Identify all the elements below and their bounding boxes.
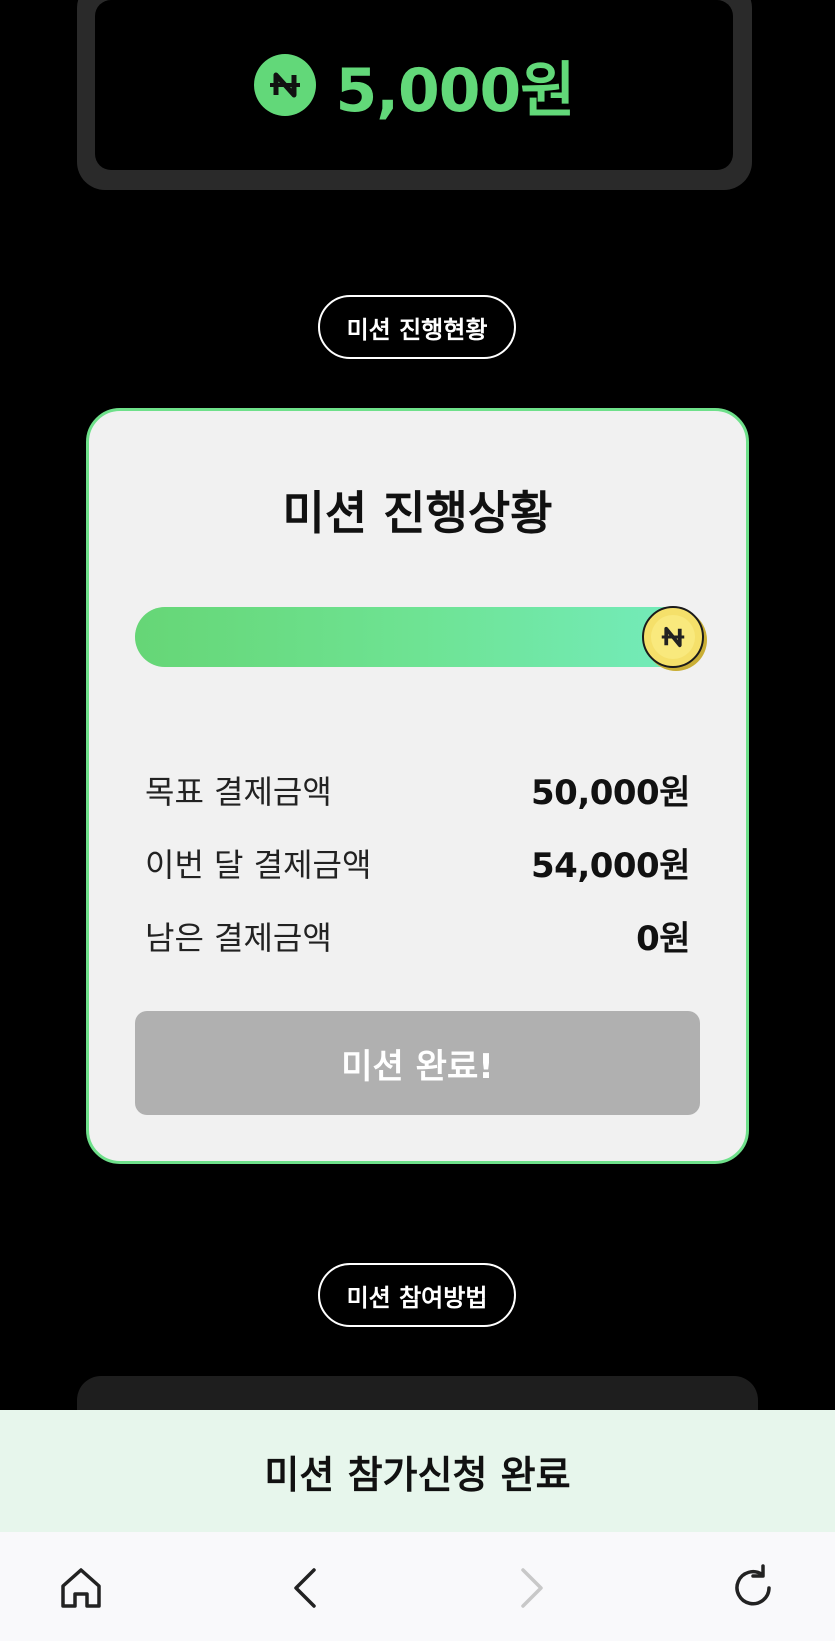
stat-value: 50,000원 <box>531 773 690 813</box>
reload-icon[interactable] <box>725 1560 781 1616</box>
stat-label: 남은 결제금액 <box>145 918 332 957</box>
stat-row-this-month: 이번 달 결제금액 54,000원 <box>145 826 690 899</box>
home-icon[interactable] <box>53 1560 109 1616</box>
progress-bar <box>135 606 704 668</box>
stat-row-target: 목표 결제금액 50,000원 <box>145 753 690 826</box>
progress-fill <box>135 607 700 667</box>
chevron-right-icon[interactable] <box>503 1560 559 1616</box>
stat-label: 이번 달 결제금액 <box>145 845 372 884</box>
browser-nav-bar <box>0 1532 835 1641</box>
stat-row-remaining: 남은 결제금액 0원 <box>145 899 690 972</box>
stat-value: 54,000원 <box>531 846 690 886</box>
mission-how-to-pill[interactable]: 미션 참여방법 <box>318 1263 516 1327</box>
card-title: 미션 진행상황 <box>282 486 553 540</box>
mission-progress-pill[interactable]: 미션 진행현황 <box>318 295 516 359</box>
page: 5,000원 미션 진행현황 미션 진행상황 목표 결제금액 50,000원 이… <box>0 0 835 1641</box>
chevron-left-icon[interactable] <box>278 1560 334 1616</box>
reward-box: 5,000원 <box>77 0 752 190</box>
signup-complete-banner[interactable]: 미션 참가신청 완료 <box>0 1410 835 1532</box>
reward-amount: 5,000원 <box>335 55 576 126</box>
stat-label: 목표 결제금액 <box>145 772 332 811</box>
reward-inner: 5,000원 <box>95 0 733 170</box>
stats-list: 목표 결제금액 50,000원 이번 달 결제금액 54,000원 남은 결제금… <box>145 753 690 972</box>
n-coin-icon <box>253 54 316 116</box>
mission-complete-button[interactable]: 미션 완료! <box>135 1011 700 1115</box>
gold-n-coin-icon <box>642 606 704 668</box>
mission-status-card: 미션 진행상황 목표 결제금액 50,000원 이번 달 결제금액 54,000… <box>86 408 749 1164</box>
stat-value: 0원 <box>636 919 690 959</box>
